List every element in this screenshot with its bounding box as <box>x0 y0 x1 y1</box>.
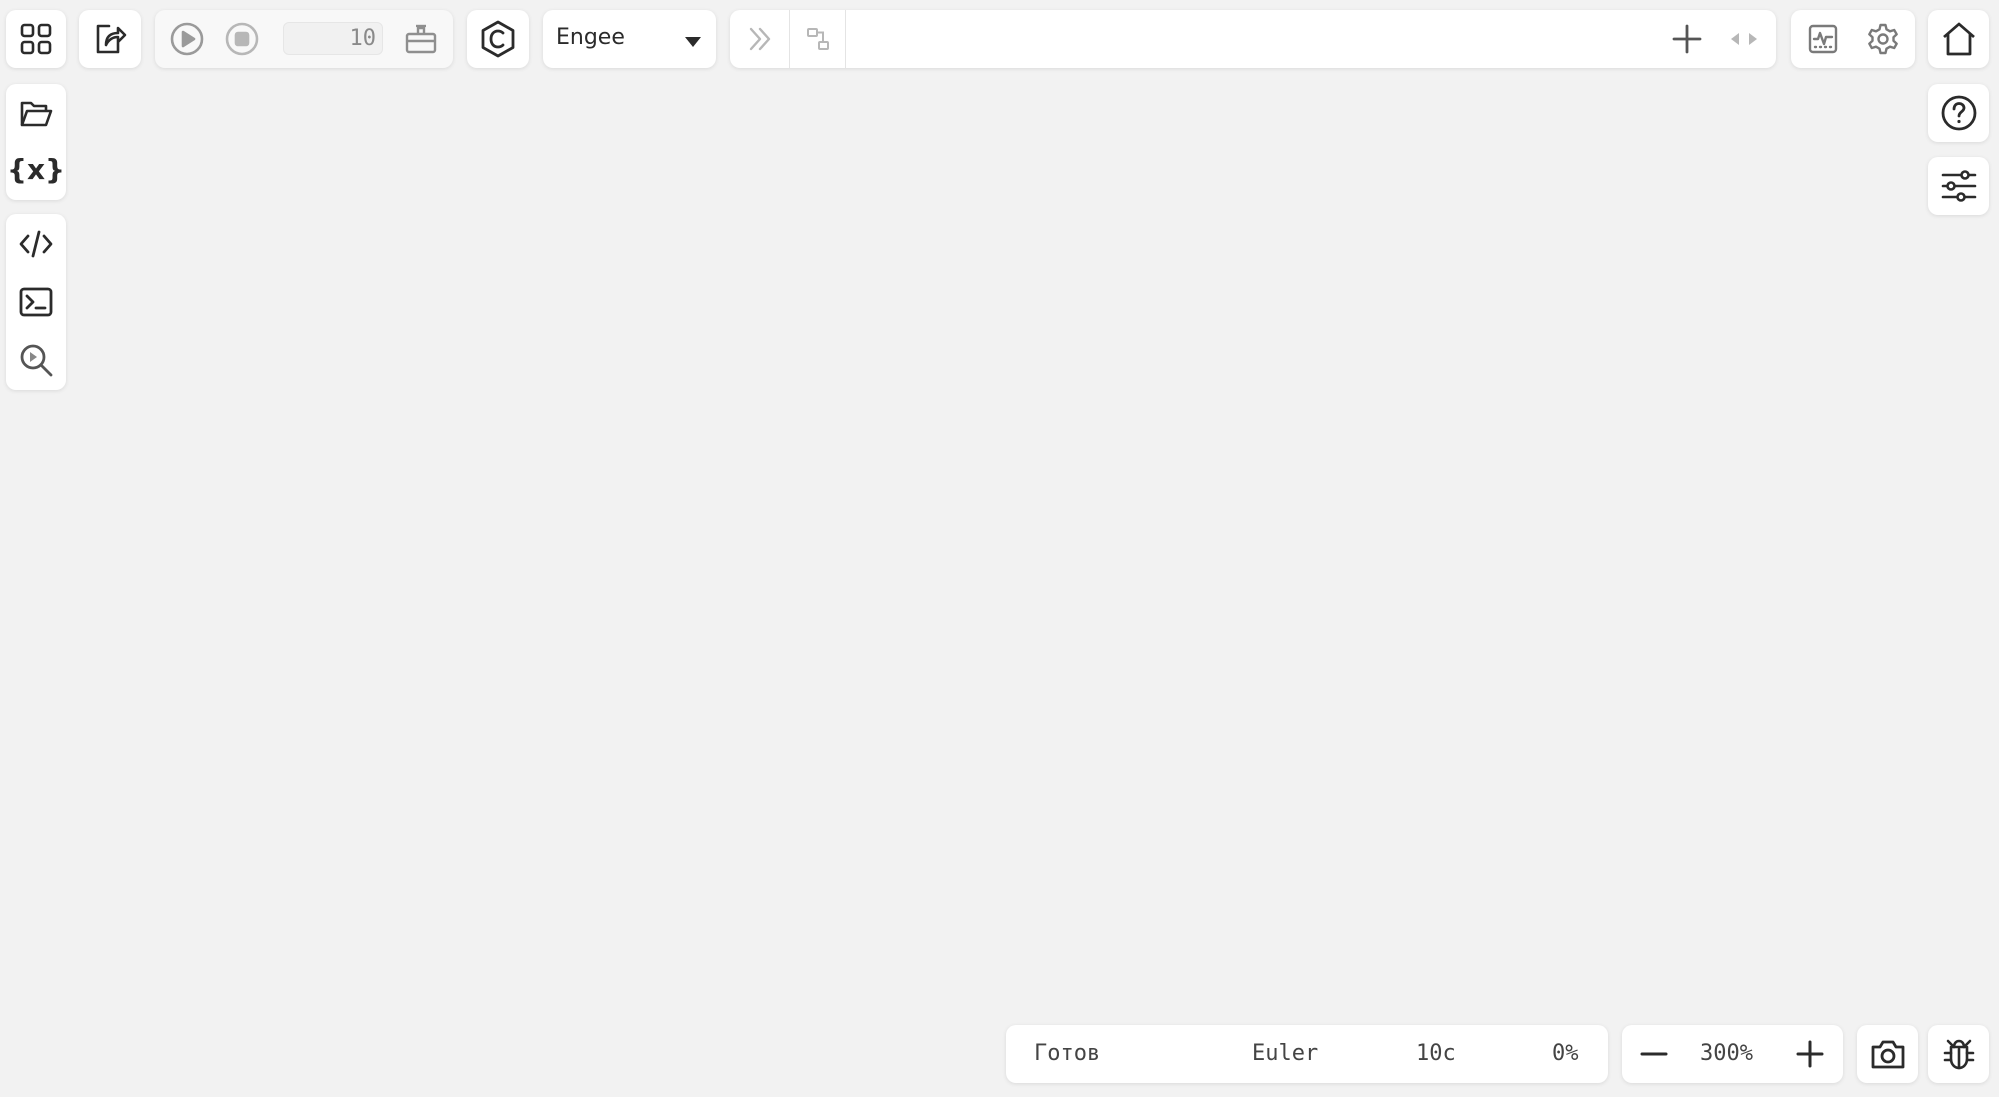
help-panel <box>1928 84 1989 142</box>
export-icon <box>92 21 128 57</box>
folder-open-icon <box>18 96 54 132</box>
blocks-button[interactable] <box>790 10 845 68</box>
variables-button[interactable]: {x} <box>6 144 66 196</box>
sliders-icon <box>1940 167 1978 205</box>
zoom-out-button[interactable] <box>1626 1025 1682 1083</box>
stop-icon <box>224 21 260 57</box>
zoom-level: 300% <box>1700 1041 1753 1066</box>
variables-icon: {x} <box>7 153 65 186</box>
zoom-in-button[interactable] <box>1782 1025 1838 1083</box>
export-panel <box>79 10 141 68</box>
compile-button[interactable] <box>467 10 529 68</box>
gear-icon <box>1866 22 1900 56</box>
solver-text: Euler <box>1252 1041 1319 1066</box>
home-panel <box>1928 10 1989 68</box>
run-button[interactable] <box>165 10 209 68</box>
zoom-control: 300% <box>1622 1025 1843 1083</box>
compile-icon <box>478 19 518 59</box>
solver-type-select[interactable]: Engee <box>543 10 716 68</box>
solver-type-value: Engee <box>556 25 625 50</box>
apps-button[interactable] <box>6 10 66 68</box>
simulation-controls: 10 <box>155 10 453 68</box>
tabs-bar <box>730 10 1776 68</box>
status-bar: Готов Euler 10с 0% <box>1006 1025 1608 1083</box>
parameters-button[interactable] <box>1928 157 1989 215</box>
debug-panel <box>1928 1025 1989 1083</box>
help-icon <box>1940 94 1978 132</box>
debug-button[interactable] <box>1928 1025 1989 1083</box>
search-play-icon <box>18 342 54 378</box>
step-count-input[interactable]: 10 <box>283 22 383 55</box>
screenshot-panel <box>1857 1025 1918 1083</box>
double-chevron-right-icon <box>744 23 776 55</box>
package-button[interactable] <box>399 10 443 68</box>
code-icon <box>18 226 54 262</box>
play-icon <box>169 21 205 57</box>
terminal-button[interactable] <box>6 276 66 328</box>
scroll-tabs-button[interactable] <box>1718 10 1770 68</box>
plus-icon <box>1671 23 1703 55</box>
bug-icon <box>1940 1035 1978 1073</box>
blocks-icon <box>804 25 832 53</box>
terminal-icon <box>18 284 54 320</box>
home-icon <box>1940 20 1978 58</box>
export-button[interactable] <box>79 10 141 68</box>
plus-icon <box>1795 1039 1825 1069</box>
left-right-arrows-icon <box>1728 31 1760 47</box>
progress-text: 0% <box>1552 1041 1579 1066</box>
expand-tabs-button[interactable] <box>730 10 789 68</box>
chart-button[interactable] <box>1795 10 1851 68</box>
home-button[interactable] <box>1928 10 1989 68</box>
package-icon <box>403 21 439 57</box>
stop-button[interactable] <box>220 10 264 68</box>
left-sidebar-bottom <box>6 214 66 390</box>
add-tab-button[interactable] <box>1660 10 1714 68</box>
minus-icon <box>1639 1039 1669 1069</box>
file-browser-button[interactable] <box>6 88 66 140</box>
apps-panel <box>6 10 66 68</box>
search-button[interactable] <box>6 334 66 386</box>
chevron-down-icon <box>684 33 702 52</box>
code-editor-button[interactable] <box>6 218 66 270</box>
parameters-panel <box>1928 157 1989 215</box>
left-sidebar-top: {x} <box>6 84 66 200</box>
screenshot-button[interactable] <box>1857 1025 1918 1083</box>
camera-icon <box>1869 1035 1907 1073</box>
chart-icon <box>1807 23 1839 55</box>
step-count-value: 10 <box>349 26 377 51</box>
status-text: Готов <box>1034 1041 1101 1066</box>
tools-panel <box>1791 10 1915 68</box>
tabs-divider-2 <box>845 10 846 68</box>
time-text: 10с <box>1416 1041 1456 1066</box>
help-button[interactable] <box>1928 84 1989 142</box>
compile-panel <box>467 10 529 68</box>
grid-icon <box>19 22 53 56</box>
settings-button[interactable] <box>1855 10 1911 68</box>
